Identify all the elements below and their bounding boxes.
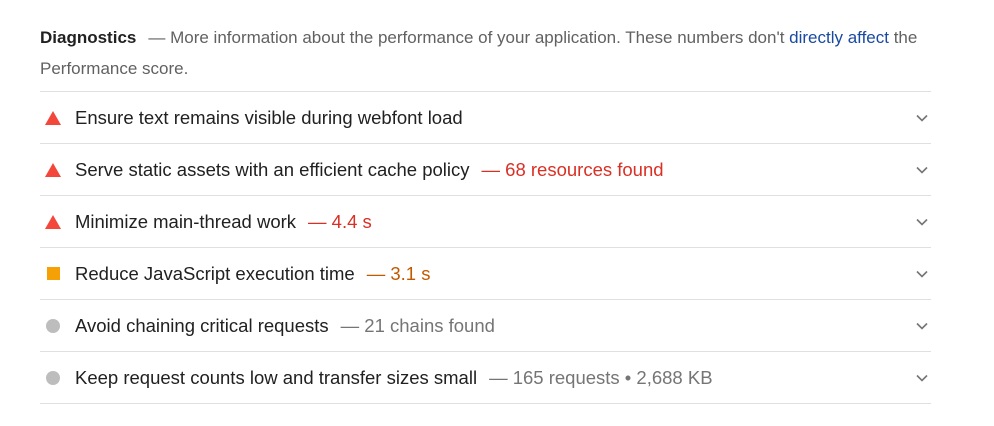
audit-cache-policy[interactable]: Serve static assets with an efficient ca…: [40, 144, 931, 196]
diagnostics-title: Diagnostics: [40, 28, 137, 47]
audit-webfont-visible[interactable]: Ensure text remains visible during webfo…: [40, 92, 931, 144]
warning-triangle-icon: [45, 214, 61, 230]
orange-square-icon: [45, 266, 61, 282]
audit-label: Avoid chaining critical requests: [75, 314, 329, 336]
chevron-down-icon[interactable]: [913, 196, 931, 247]
audit-js-execution-time[interactable]: Reduce JavaScript execution time — 3.1 s: [40, 248, 931, 300]
warning-triangle-icon: [45, 162, 61, 178]
directly-affect-link[interactable]: directly affect: [789, 28, 889, 47]
audit-resource-summary[interactable]: Keep request counts low and transfer siz…: [40, 352, 931, 404]
chevron-down-icon[interactable]: [913, 300, 931, 351]
audit-main-thread-work[interactable]: Minimize main-thread work — 4.4 s: [40, 196, 931, 248]
audit-metric: — 3.1 s: [366, 262, 431, 284]
audit-label: Serve static assets with an efficient ca…: [75, 158, 470, 180]
gray-circle-icon: [45, 370, 61, 386]
warning-triangle-icon: [45, 110, 61, 126]
chevron-down-icon[interactable]: [913, 352, 931, 403]
diagnostics-panel: Diagnostics — More information about the …: [40, 0, 931, 404]
audit-label: Ensure text remains visible during webfo…: [75, 106, 463, 128]
diagnostics-header: Diagnostics — More information about the …: [40, 0, 931, 78]
audit-label: Reduce JavaScript execution time: [75, 262, 355, 284]
audit-metric: — 68 resources found: [481, 158, 664, 180]
audit-metric: — 4.4 s: [308, 210, 372, 232]
audit-critical-request-chains[interactable]: Avoid chaining critical requests — 21 ch…: [40, 300, 931, 352]
audit-metric: — 165 requests • 2,688 KB: [489, 366, 713, 388]
audit-metric: — 21 chains found: [340, 314, 495, 336]
gray-circle-icon: [45, 318, 61, 334]
audit-list: Ensure text remains visible during webfo…: [40, 91, 931, 404]
chevron-down-icon[interactable]: [913, 92, 931, 143]
audit-label: Keep request counts low and transfer siz…: [75, 366, 478, 388]
chevron-down-icon[interactable]: [913, 144, 931, 195]
chevron-down-icon[interactable]: [913, 248, 931, 299]
diagnostics-description: — More information about the performance…: [148, 28, 790, 47]
audit-label: Minimize main-thread work: [75, 210, 297, 232]
